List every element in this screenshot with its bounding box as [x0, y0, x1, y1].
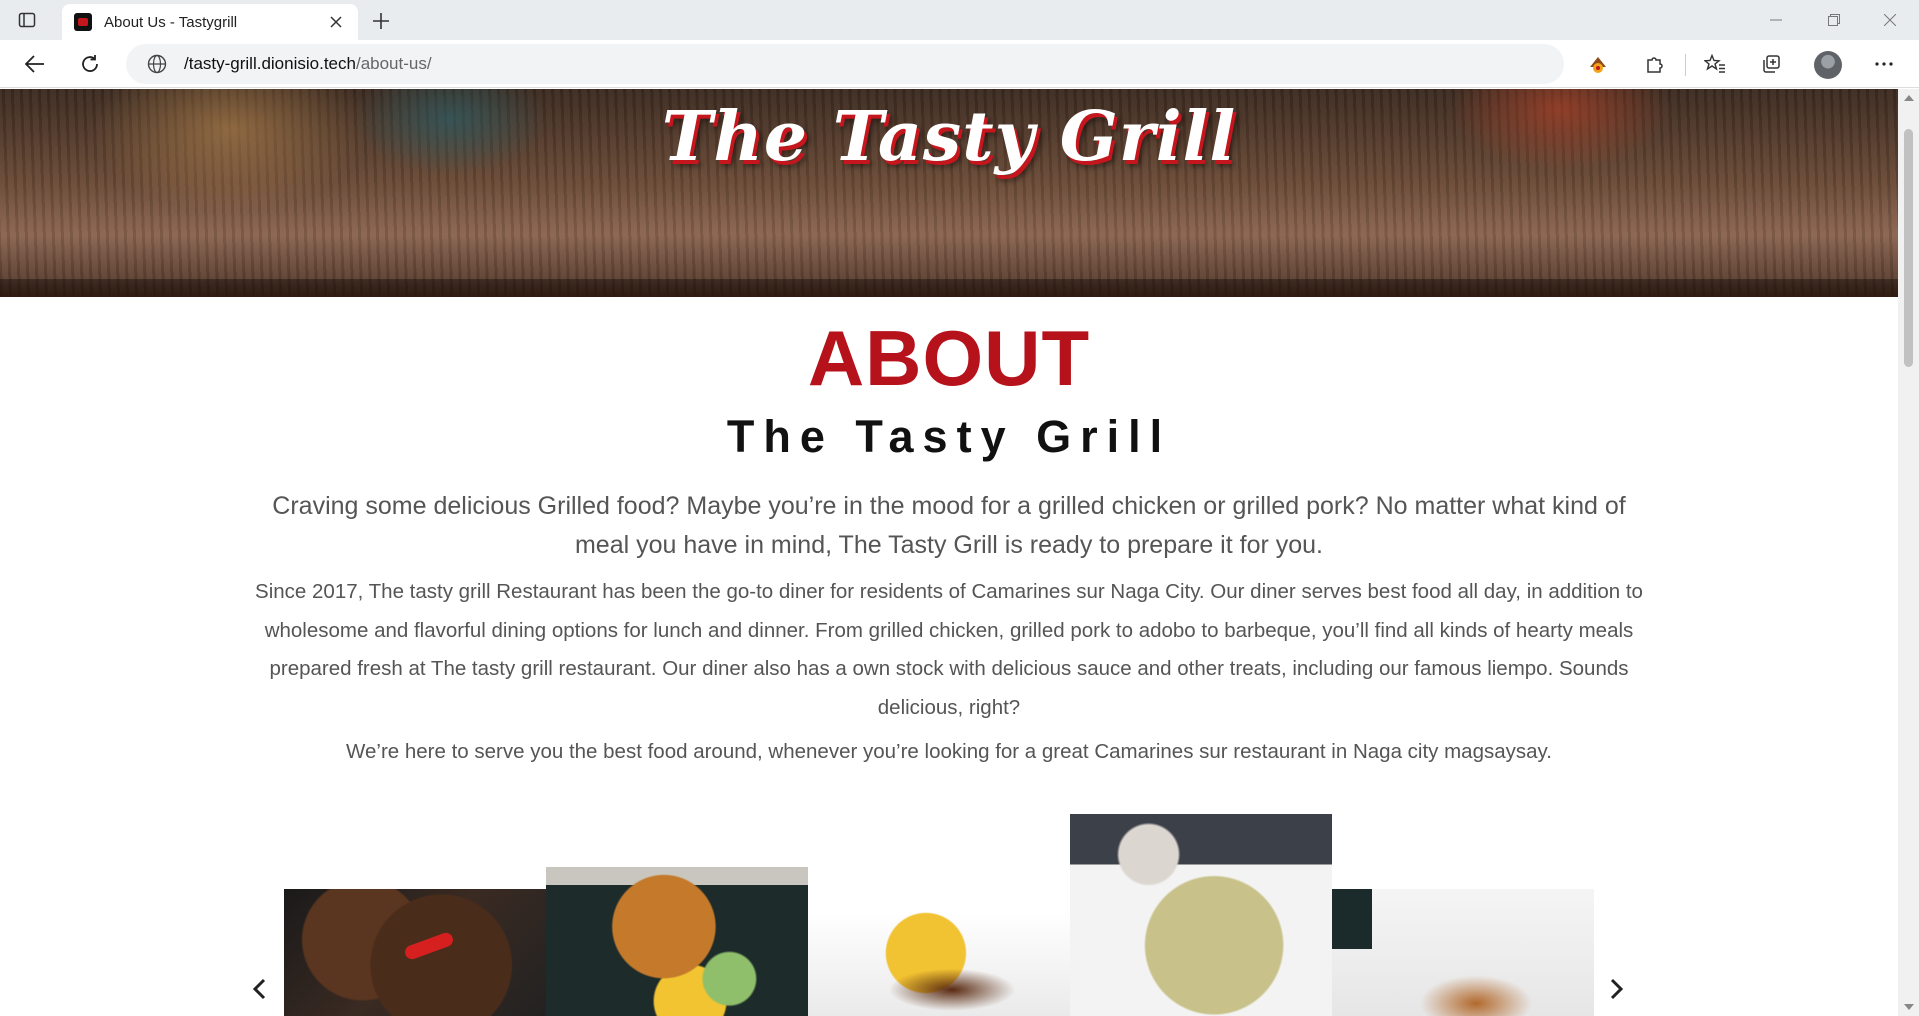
page-viewport: The Tasty Grill ABOUT The Tasty Grill Cr…	[0, 89, 1898, 1016]
about-subheading: The Tasty Grill	[726, 411, 1172, 462]
seafood-dish-photo[interactable]	[1070, 814, 1332, 1016]
scrollbar-thumb[interactable]	[1904, 129, 1913, 367]
about-lead-paragraph: Craving some delicious Grilled food? May…	[272, 492, 1626, 559]
browser-toolbar: /tasty-grill.dionisio.tech/about-us/	[0, 40, 1919, 88]
about-history-paragraph: Since 2017, The tasty grill Restaurant h…	[255, 580, 1643, 719]
pork-belly-rice-photo[interactable]	[808, 911, 1070, 1016]
scroll-down-icon[interactable]	[1904, 1004, 1914, 1010]
profile-avatar[interactable]	[1814, 51, 1842, 79]
back-arrow-icon[interactable]	[20, 49, 50, 79]
toolbar-divider	[1685, 54, 1686, 76]
site-favicon-icon	[74, 13, 92, 31]
url-path: /about-us/	[355, 54, 432, 73]
scroll-up-icon[interactable]	[1904, 95, 1914, 101]
browser-tab-active[interactable]: About Us - Tastygrill	[62, 4, 358, 40]
browser-tab-strip: About Us - Tastygrill	[0, 0, 1919, 40]
tab-actions-icon[interactable]	[16, 9, 38, 31]
url-host: /tasty-grill.dionisio.tech	[184, 54, 356, 73]
new-tab-button[interactable]	[368, 8, 394, 34]
sizzling-pork-photo[interactable]	[284, 889, 546, 1016]
page-scrollbar[interactable]	[1898, 89, 1919, 1016]
globe-icon	[146, 53, 168, 75]
reload-icon[interactable]	[75, 49, 105, 79]
grilled-liempo-box-photo[interactable]	[1332, 889, 1594, 1016]
restore-icon[interactable]	[1812, 6, 1856, 34]
hero-banner: The Tasty Grill	[0, 89, 1898, 297]
carousel-prev-icon[interactable]	[246, 973, 272, 1005]
more-menu-icon[interactable]	[1870, 50, 1898, 78]
grilled-chicken-plate-photo[interactable]	[546, 867, 808, 1016]
close-window-icon[interactable]	[1868, 6, 1912, 34]
favorites-icon[interactable]	[1701, 50, 1729, 78]
minimize-icon[interactable]	[1754, 6, 1798, 34]
address-bar[interactable]: /tasty-grill.dionisio.tech/about-us/	[126, 44, 1564, 84]
carousel-next-icon[interactable]	[1604, 973, 1630, 1005]
site-logo[interactable]: The Tasty Grill	[0, 97, 1898, 177]
about-heading: ABOUT	[807, 314, 1091, 402]
extensions-puzzle-icon[interactable]	[1640, 50, 1668, 78]
about-service-paragraph: We’re here to serve you the best food ar…	[346, 740, 1552, 763]
extension-grill-icon[interactable]	[1584, 50, 1612, 78]
tab-title: About Us - Tastygrill	[104, 13, 238, 31]
collections-icon[interactable]	[1757, 50, 1785, 78]
tab-close-icon[interactable]	[326, 12, 346, 32]
